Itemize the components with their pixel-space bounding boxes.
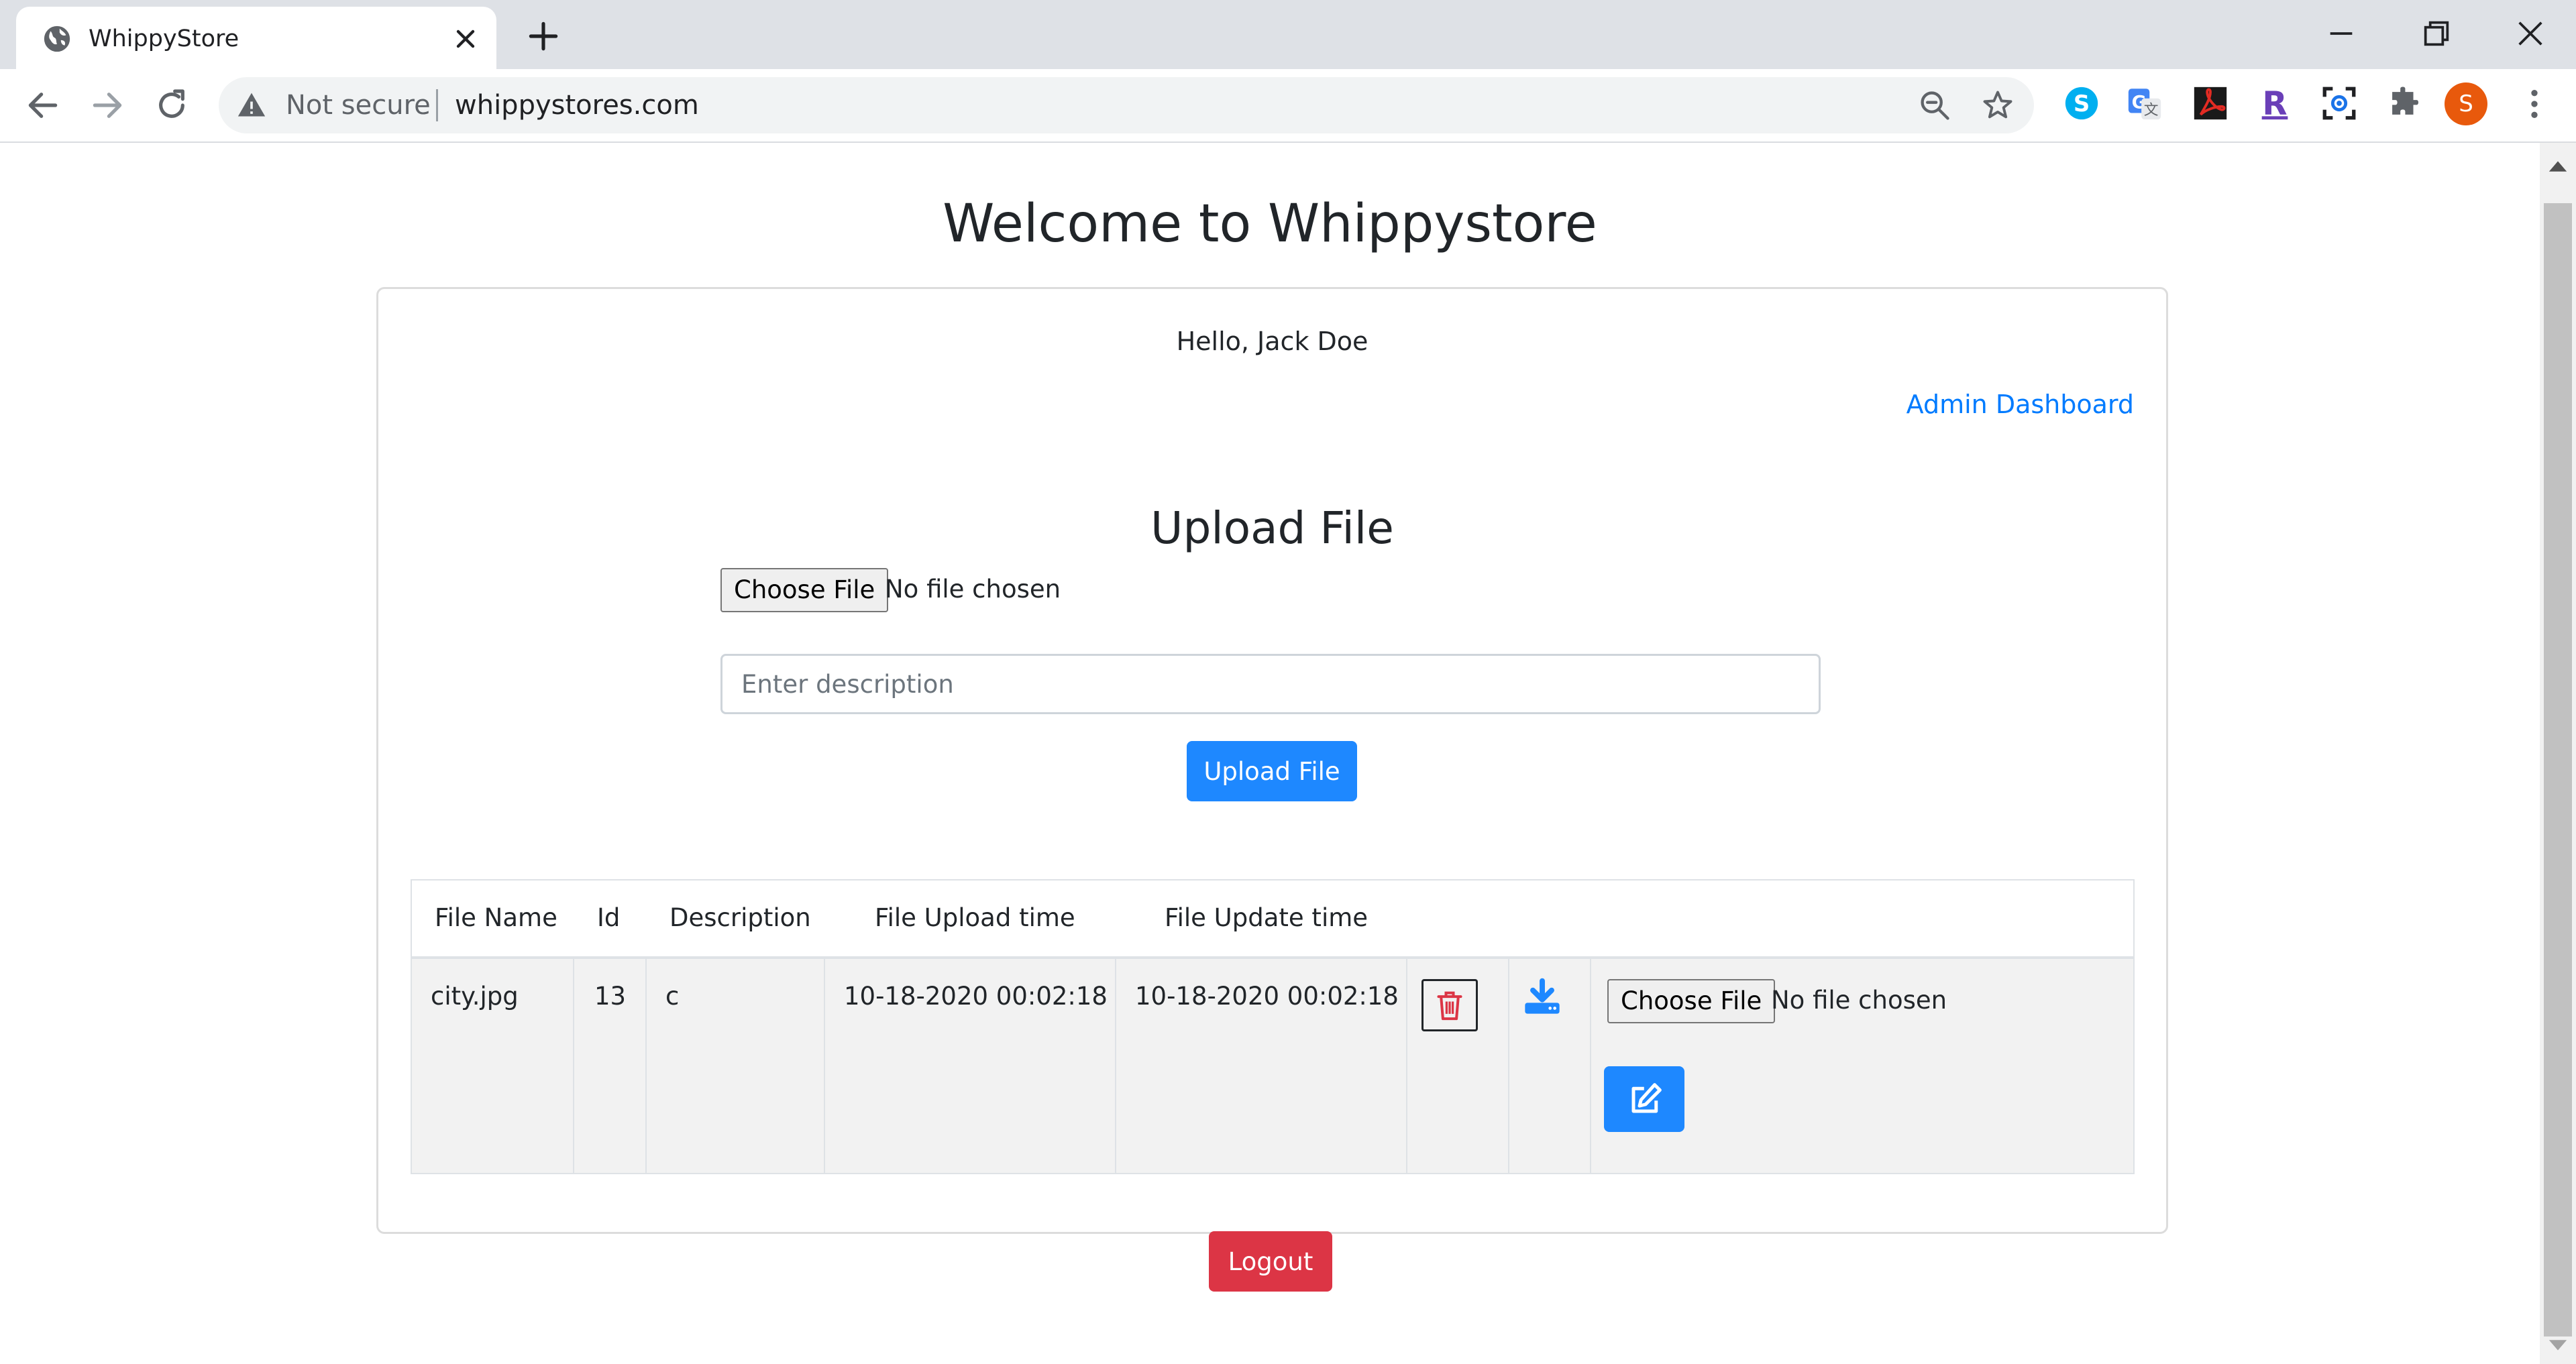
column-header-description: Description [669, 903, 811, 932]
divider [645, 959, 647, 1173]
delete-button[interactable] [1421, 979, 1478, 1031]
description-input[interactable] [720, 654, 1821, 714]
scroll-up-arrow-icon[interactable] [2540, 151, 2576, 180]
divider [1406, 959, 1407, 1173]
tab-strip: WhippyStore [0, 0, 2576, 69]
kebab-menu-icon[interactable] [2516, 85, 2553, 123]
warning-icon[interactable] [236, 91, 267, 120]
restore-icon[interactable] [2418, 15, 2455, 52]
column-header-id: Id [597, 903, 621, 932]
cell-id: 13 [594, 982, 627, 1011]
upload-file-button[interactable]: Upload File [1187, 741, 1357, 801]
download-icon[interactable] [1523, 978, 1561, 1015]
url-text[interactable]: whippystores.com [455, 89, 699, 121]
edit-button[interactable] [1604, 1066, 1684, 1132]
column-header-upload-time: File Upload time [875, 903, 1075, 932]
tab-title: WhippyStore [89, 25, 239, 52]
svg-text:S: S [2074, 91, 2090, 117]
browser-toolbar: Not secure whippystores.com S G 文 R S [0, 69, 2576, 143]
divider [824, 959, 825, 1173]
row-file-status: No file chosen [1771, 986, 1947, 1015]
back-icon[interactable] [24, 87, 62, 124]
divider [573, 959, 574, 1173]
security-label[interactable]: Not secure [286, 89, 431, 121]
file-status: No file chosen [885, 575, 1061, 604]
admin-dashboard-link[interactable]: Admin Dashboard [1907, 388, 2134, 420]
divider [436, 89, 438, 121]
scroll-down-arrow-icon[interactable] [2540, 1331, 2576, 1361]
trash-icon [1437, 991, 1462, 1021]
r-extension-icon[interactable]: R [2255, 84, 2294, 123]
divider [1508, 959, 1509, 1173]
user-greeting: Hello, Jack Doe [1176, 327, 1368, 356]
vertical-scrollbar[interactable] [2540, 143, 2576, 1364]
plus-icon[interactable] [525, 17, 562, 55]
close-icon[interactable] [451, 24, 480, 54]
acrobat-icon[interactable] [2191, 84, 2230, 123]
address-bar[interactable]: Not secure whippystores.com [219, 77, 2034, 133]
reload-icon[interactable] [153, 87, 191, 124]
upload-heading: Upload File [1150, 502, 1394, 554]
logout-button[interactable]: Logout [1209, 1231, 1332, 1292]
table-row: city.jpg 13 c 10-18-2020 00:02:18 10-18-… [412, 959, 2133, 1173]
column-header-update-time: File Update time [1165, 903, 1368, 932]
divider [1115, 959, 1116, 1173]
page-title: Welcome to Whippystore [943, 194, 1597, 254]
main-card: Hello, Jack Doe Admin Dashboard Upload F… [376, 287, 2168, 1234]
table-header: File Name Id Description File Upload tim… [412, 880, 2133, 959]
cell-file-name: city.jpg [431, 982, 519, 1011]
skype-icon[interactable]: S [2062, 84, 2101, 123]
browser-tab[interactable]: WhippyStore [16, 7, 496, 69]
choose-file-button[interactable]: Choose File [720, 568, 889, 612]
screenshot-icon[interactable] [2320, 84, 2359, 123]
cell-update-time: 10-18-2020 00:02:18 [1135, 982, 1399, 1011]
profile-avatar[interactable]: S [2445, 82, 2487, 125]
translate-icon[interactable]: G 文 [2125, 84, 2164, 123]
star-icon[interactable] [1980, 88, 2015, 123]
zoom-icon[interactable] [1917, 88, 1952, 123]
divider [1590, 959, 1591, 1173]
column-header-file-name: File Name [435, 903, 557, 932]
scrollbar-thumb[interactable] [2544, 203, 2572, 1337]
row-choose-file-button[interactable]: Choose File [1607, 979, 1776, 1023]
svg-text:文: 文 [2144, 102, 2159, 119]
minimize-icon[interactable] [2322, 15, 2360, 52]
files-table: File Name Id Description File Upload tim… [411, 879, 2135, 1174]
forward-icon[interactable] [89, 87, 126, 124]
globe-icon [44, 25, 70, 52]
cell-upload-time: 10-18-2020 00:02:18 [844, 982, 1108, 1011]
window-close-icon[interactable] [2512, 15, 2549, 52]
edit-icon [1631, 1083, 1662, 1113]
cell-description: c [665, 982, 680, 1011]
puzzle-icon[interactable] [2384, 84, 2423, 123]
